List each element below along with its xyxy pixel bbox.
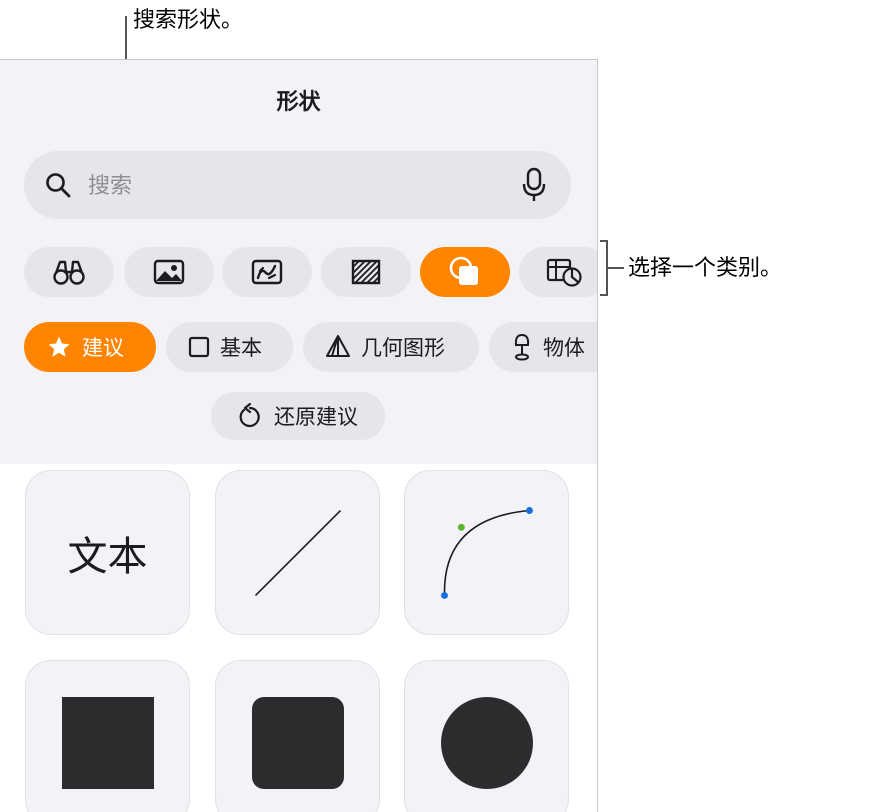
circle-shape	[440, 696, 533, 789]
chip-basic-label: 基本	[220, 336, 262, 360]
curve-start-point	[441, 592, 448, 599]
star-icon	[48, 336, 70, 357]
square-shape	[61, 696, 154, 789]
category-binoculars[interactable]	[24, 247, 114, 297]
texture-icon	[351, 259, 381, 285]
chart-table-icon	[546, 258, 582, 287]
restore-suggestions-label: 还原建议	[274, 405, 358, 429]
search-input[interactable]	[86, 163, 490, 209]
category-callout-line	[608, 267, 624, 269]
category-photo[interactable]	[124, 247, 214, 297]
microphone-icon[interactable]	[522, 165, 546, 205]
shape-tile-square[interactable]	[25, 660, 190, 812]
line-shape	[254, 509, 342, 597]
chip-objects-label: 物体	[543, 336, 585, 360]
search-bar[interactable]	[24, 151, 571, 219]
shapes-panel: 形状 搜索 建议 基本 几何图形 物体 还原建议 文本	[0, 59, 598, 812]
chip-suggested-label: 建议	[82, 336, 124, 360]
category-callout-text: 选择一个类别。	[628, 256, 783, 281]
lamp-icon	[514, 333, 530, 361]
category-shapes[interactable]	[420, 247, 510, 297]
shape-tile-text[interactable]: 文本	[25, 470, 190, 635]
shape-tile-circle[interactable]	[404, 660, 569, 812]
chip-suggested[interactable]: 建议	[24, 322, 156, 372]
shape-tile-curve[interactable]	[404, 470, 569, 635]
chip-geometry-label: 几何图形	[361, 336, 445, 360]
curve-shape	[441, 507, 533, 599]
curve-control-point	[457, 523, 465, 531]
category-texture[interactable]	[321, 247, 411, 297]
shapes-icon	[449, 256, 478, 285]
drawing-icon	[251, 259, 283, 285]
panel-title: 形状	[276, 90, 321, 115]
pyramid-icon	[326, 335, 350, 357]
search-icon	[46, 173, 71, 198]
shape-tile-line[interactable]	[215, 470, 380, 635]
chip-objects[interactable]: 物体	[489, 322, 597, 372]
photo-icon	[153, 259, 185, 285]
category-callout-bracket	[600, 240, 608, 296]
chip-basic[interactable]: 基本	[166, 322, 293, 372]
square-outline-icon	[188, 336, 210, 358]
shape-text-label: 文本	[67, 533, 148, 580]
shape-tile-rounded-square[interactable]	[215, 660, 380, 812]
restore-icon	[239, 403, 260, 428]
search-callout-text: 搜索形状。	[133, 8, 244, 33]
restore-suggestions-button[interactable]: 还原建议	[211, 392, 385, 440]
binoculars-icon	[53, 260, 85, 285]
curve-end-point	[526, 507, 533, 514]
chip-geometry[interactable]: 几何图形	[303, 322, 479, 372]
shapes-grid: 文本	[0, 464, 597, 812]
category-drawing[interactable]	[222, 247, 312, 297]
rounded-square-shape	[251, 696, 344, 789]
category-charts[interactable]	[519, 247, 597, 297]
